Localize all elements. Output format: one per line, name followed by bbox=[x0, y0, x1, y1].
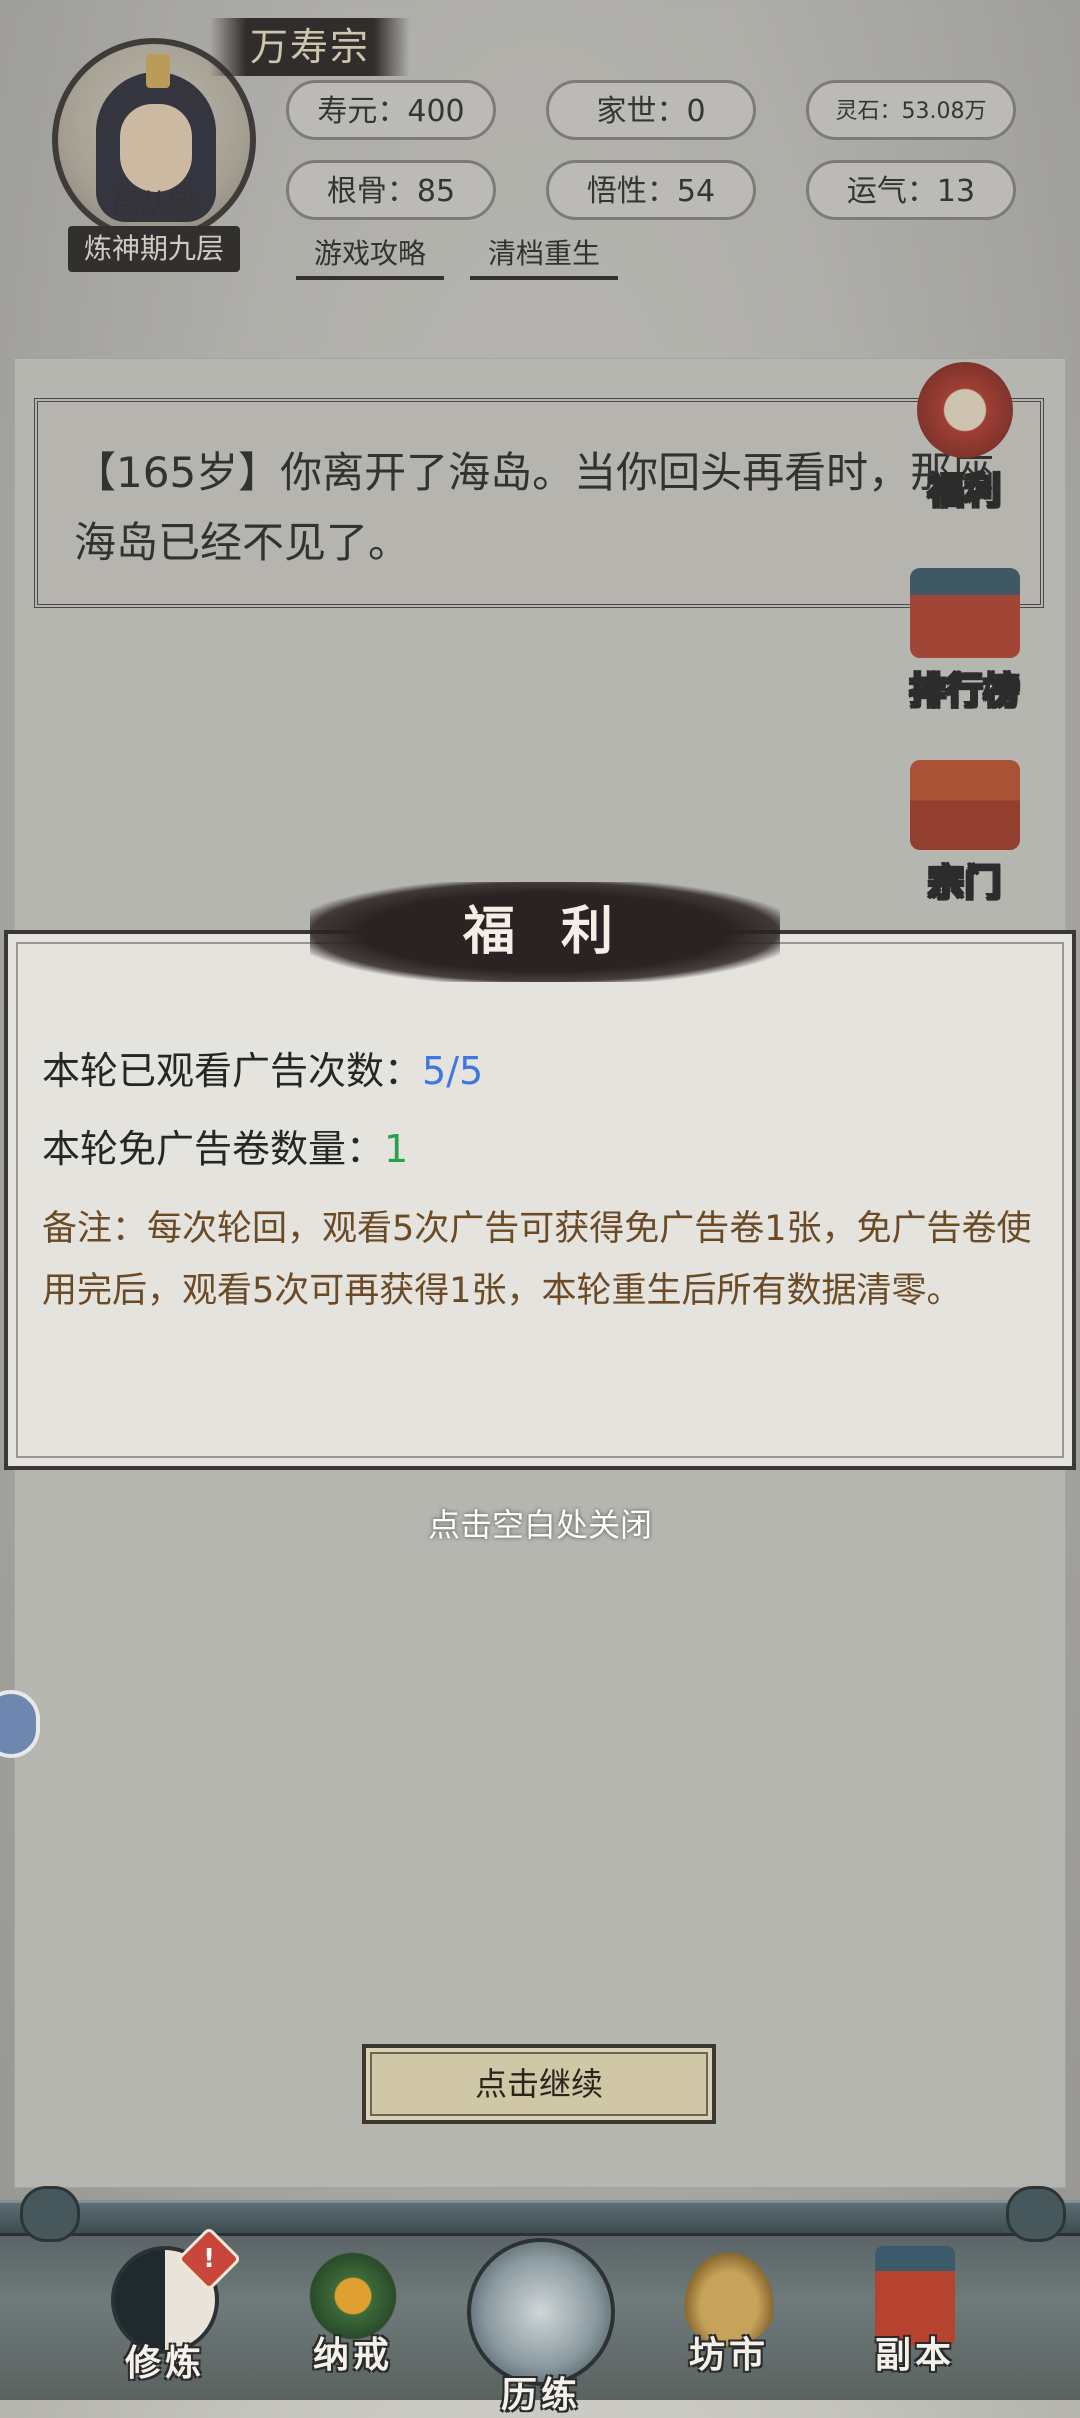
coupon-row: 本轮免广告卷数量：1 bbox=[42, 1118, 408, 1173]
nav-training[interactable]: 历练 bbox=[456, 2236, 626, 2416]
nav-dungeon-label: 副本 bbox=[874, 2335, 955, 2376]
continue-button[interactable]: 点击继续 bbox=[362, 2044, 716, 2124]
modal-note: 备注：每次轮回，观看5次广告可获得免广告卷1张，免广告卷使用完后，观看5次可再获… bbox=[42, 1209, 1032, 1311]
mountain-icon bbox=[467, 2238, 615, 2386]
scroll-end-left bbox=[20, 2186, 80, 2242]
nav-cultivate-label: 修炼 bbox=[124, 2343, 205, 2384]
ads-watched-row: 本轮已观看广告次数：5/5 bbox=[42, 1040, 483, 1095]
coupon-label: 本轮免广告卷数量： bbox=[42, 1127, 385, 1171]
nav-market[interactable]: 坊市 bbox=[644, 2236, 814, 2400]
scroll-bar-decoration bbox=[0, 2200, 1080, 2236]
nav-ring-label: 纳戒 bbox=[312, 2335, 393, 2376]
ads-watched-label: 本轮已观看广告次数： bbox=[42, 1049, 423, 1093]
ads-watched-value: 5/5 bbox=[422, 1049, 484, 1093]
nav-training-label: 历练 bbox=[500, 2375, 581, 2416]
modal-title: 福 利 bbox=[310, 882, 780, 982]
close-hint: 点击空白处关闭 bbox=[427, 1506, 652, 1544]
scroll-end-right bbox=[1006, 2186, 1066, 2242]
nav-market-label: 坊市 bbox=[688, 2335, 769, 2376]
coupon-value: 1 bbox=[384, 1127, 409, 1171]
nav-ring[interactable]: 纳戒 bbox=[268, 2236, 438, 2400]
nav-dungeon[interactable]: 副本 bbox=[830, 2236, 1000, 2400]
